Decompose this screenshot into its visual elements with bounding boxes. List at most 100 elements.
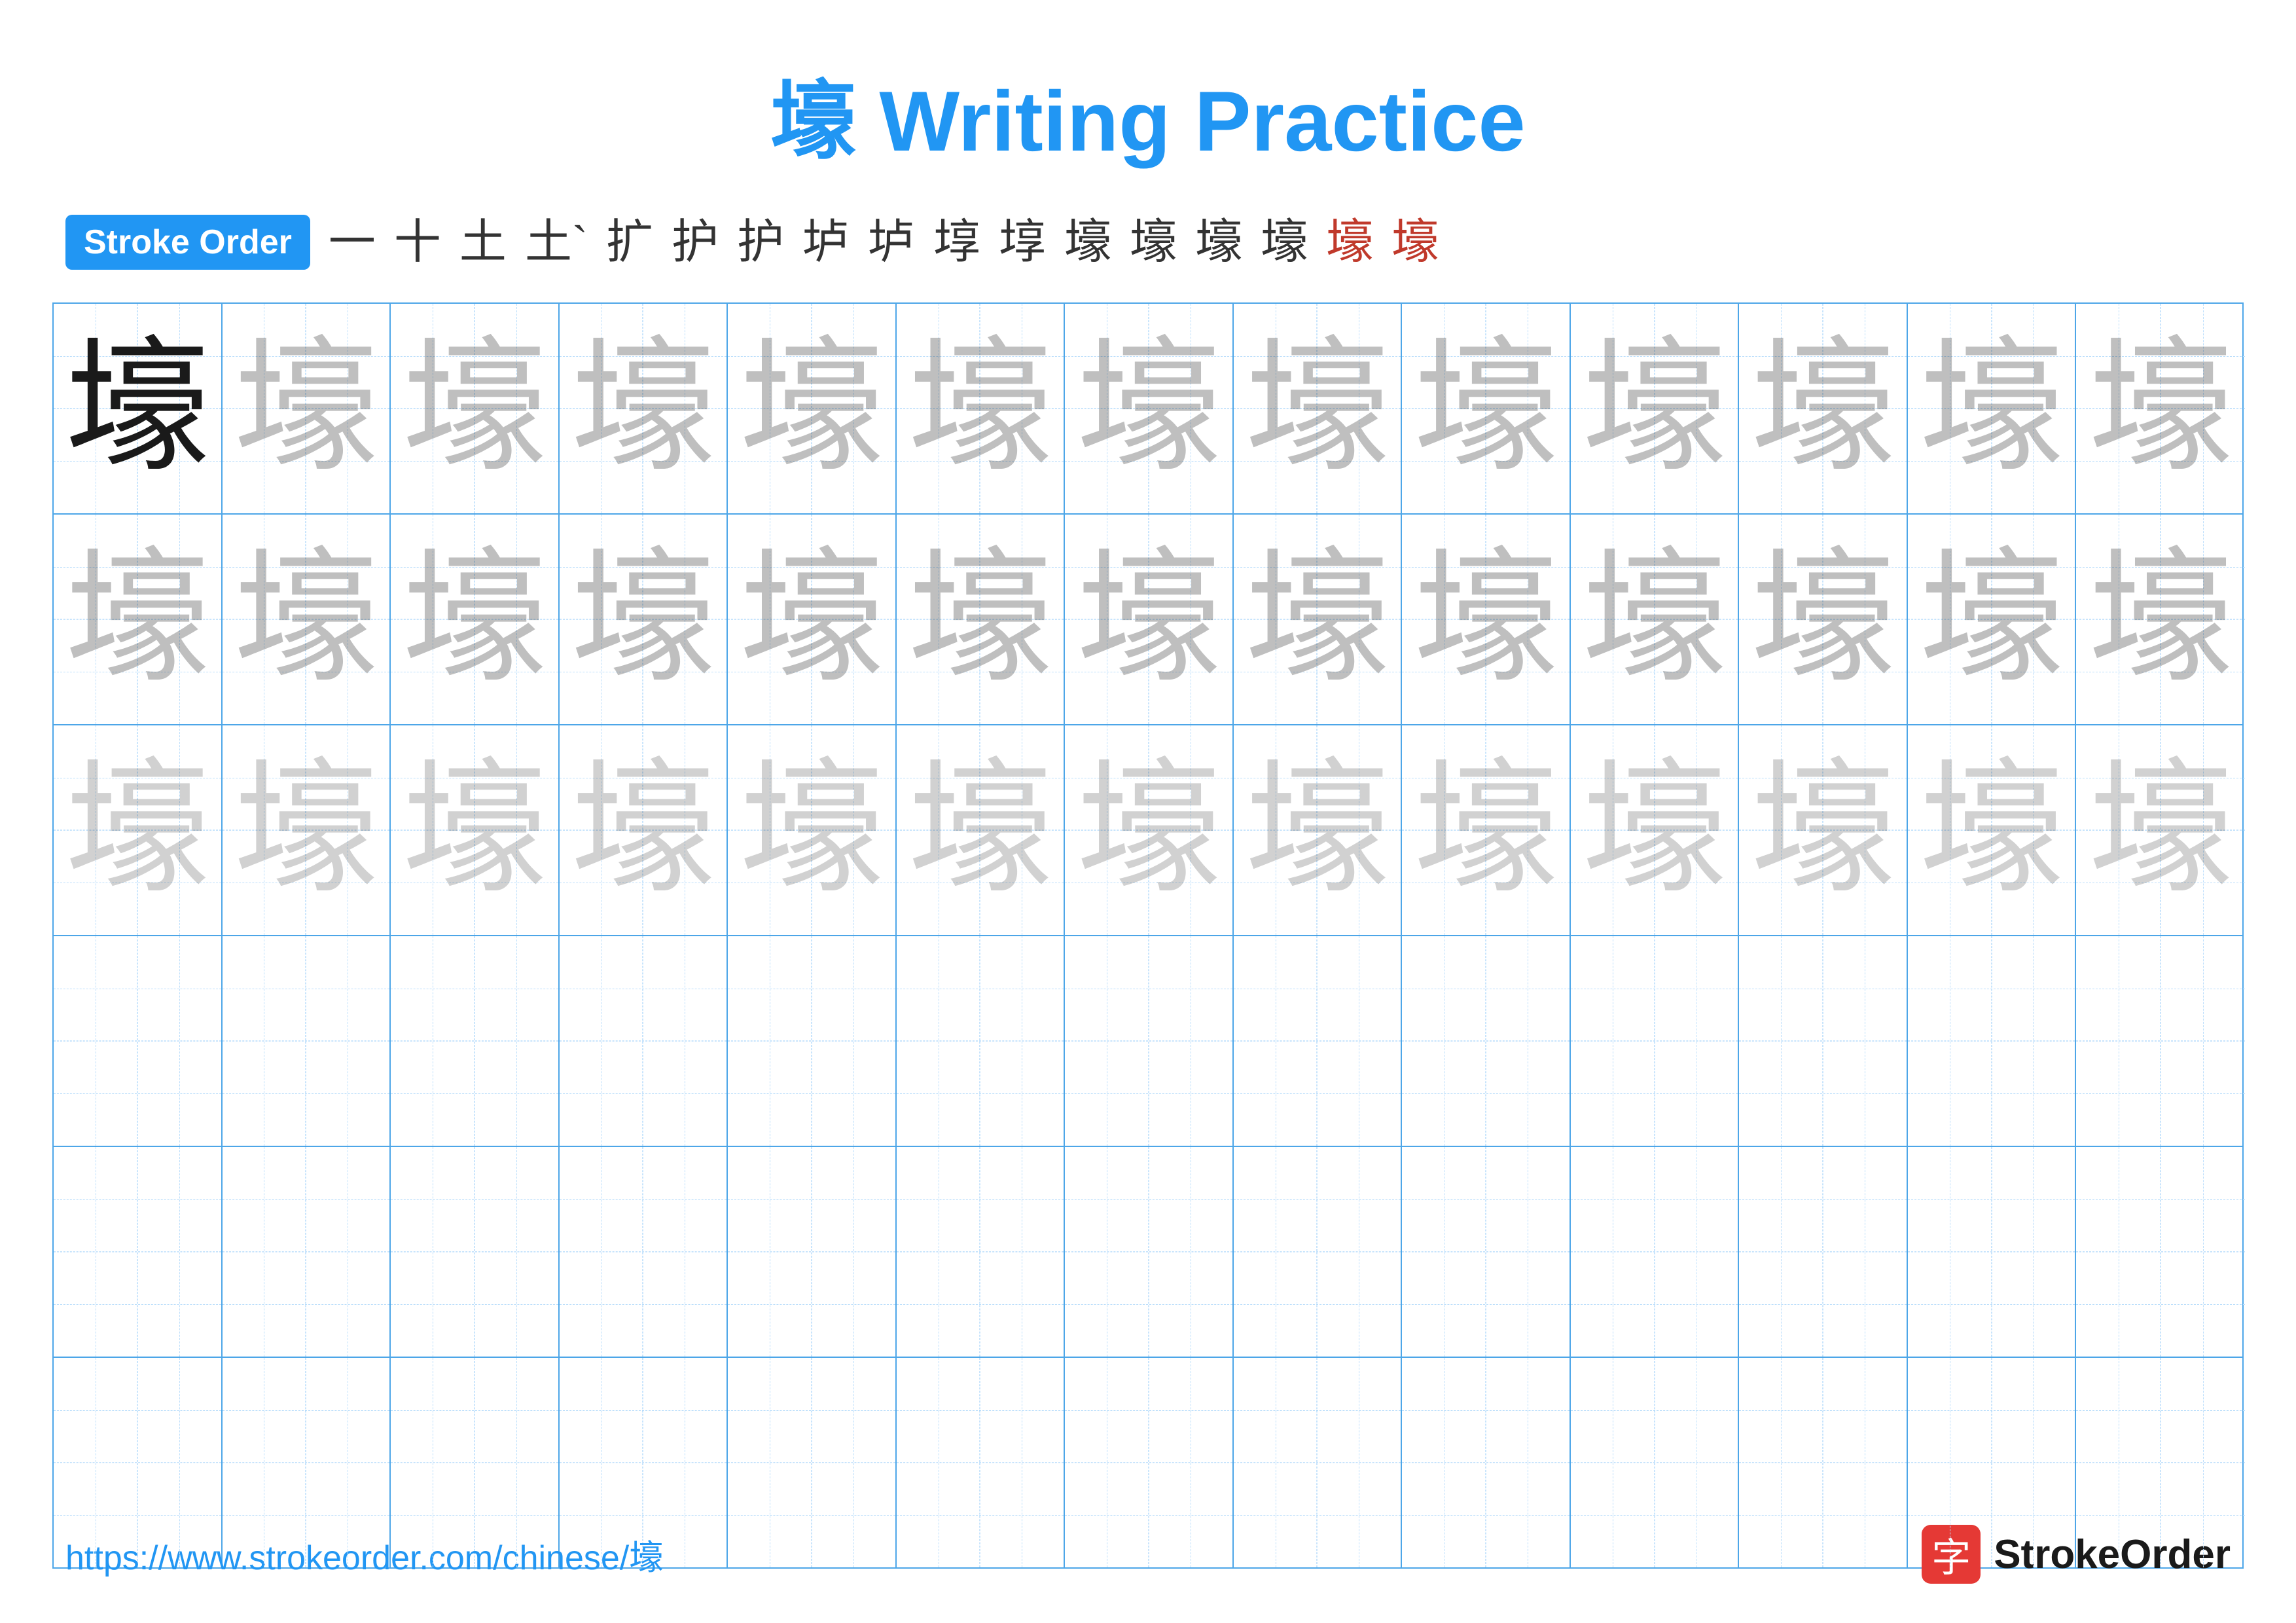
practice-char: 壕	[2089, 758, 2233, 902]
practice-char: 壕	[740, 758, 884, 902]
grid-cell-r1-c2[interactable]: 壕	[223, 304, 391, 513]
stroke-17: 壕	[1391, 219, 1439, 266]
grid-cell-r5-c12[interactable]	[1908, 1147, 2077, 1357]
grid-cell-r2-c8[interactable]: 壕	[1234, 515, 1403, 724]
grid-row-1: 壕 壕 壕 壕 壕 壕 壕 壕 壕 壕 壕 壕 壕	[54, 304, 2242, 515]
grid-cell-r3-c10[interactable]: 壕	[1571, 725, 1740, 935]
grid-cell-r2-c6[interactable]: 壕	[897, 515, 1066, 724]
grid-cell-r2-c1[interactable]: 壕	[54, 515, 223, 724]
grid-row-4	[54, 936, 2242, 1147]
stroke-9: 垆	[868, 219, 915, 266]
stroke-4: 土`	[525, 219, 588, 266]
grid-cell-r3-c6[interactable]: 壕	[897, 725, 1066, 935]
logo-char: 字	[1931, 1526, 1971, 1583]
grid-cell-r2-c10[interactable]: 壕	[1571, 515, 1740, 724]
grid-cell-r3-c4[interactable]: 壕	[560, 725, 728, 935]
grid-cell-r3-c13[interactable]: 壕	[2076, 725, 2245, 935]
grid-cell-r4-c13[interactable]	[2076, 936, 2245, 1146]
grid-cell-r4-c4[interactable]	[560, 936, 728, 1146]
grid-cell-r2-c11[interactable]: 壕	[1739, 515, 1908, 724]
grid-cell-r5-c5[interactable]	[728, 1147, 897, 1357]
practice-char: 壕	[1077, 547, 1221, 691]
grid-cell-r5-c9[interactable]	[1402, 1147, 1571, 1357]
grid-cell-r5-c13[interactable]	[2076, 1147, 2245, 1357]
grid-cell-r1-c13[interactable]: 壕	[2076, 304, 2245, 513]
practice-char: 壕	[1583, 758, 1727, 902]
grid-row-3: 壕 壕 壕 壕 壕 壕 壕 壕 壕 壕 壕 壕 壕	[54, 725, 2242, 936]
practice-char: 壕	[403, 547, 547, 691]
grid-cell-r3-c12[interactable]: 壕	[1908, 725, 2077, 935]
grid-cell-r5-c3[interactable]	[391, 1147, 560, 1357]
grid-row-2: 壕 壕 壕 壕 壕 壕 壕 壕 壕 壕 壕 壕 壕	[54, 515, 2242, 725]
grid-cell-r2-c12[interactable]: 壕	[1908, 515, 2077, 724]
logo-area: 字 StrokeOrder	[1922, 1525, 2231, 1584]
grid-cell-r1-c6[interactable]: 壕	[897, 304, 1066, 513]
grid-cell-r2-c3[interactable]: 壕	[391, 515, 560, 724]
grid-cell-r3-c1[interactable]: 壕	[54, 725, 223, 935]
grid-cell-r3-c2[interactable]: 壕	[223, 725, 391, 935]
footer: https://www.strokeorder.com/chinese/壕 字 …	[65, 1525, 2231, 1584]
practice-char: 壕	[403, 337, 547, 481]
grid-cell-r3-c5[interactable]: 壕	[728, 725, 897, 935]
practice-char: 壕	[1583, 337, 1727, 481]
grid-cell-r5-c7[interactable]	[1065, 1147, 1234, 1357]
grid-cell-r3-c9[interactable]: 壕	[1402, 725, 1571, 935]
grid-cell-r4-c2[interactable]	[223, 936, 391, 1146]
grid-cell-r3-c11[interactable]: 壕	[1739, 725, 1908, 935]
grid-cell-r5-c8[interactable]	[1234, 1147, 1403, 1357]
practice-char: 壕	[1245, 337, 1389, 481]
page-title: 壕 Writing Practice	[770, 73, 1525, 169]
grid-cell-r2-c2[interactable]: 壕	[223, 515, 391, 724]
stroke-7: 护	[737, 219, 784, 266]
grid-cell-r1-c1[interactable]: 壕	[54, 304, 223, 513]
grid-cell-r1-c7[interactable]: 壕	[1065, 304, 1234, 513]
practice-char: 壕	[2089, 547, 2233, 691]
practice-char: 壕	[571, 758, 715, 902]
practice-char: 壕	[1414, 547, 1558, 691]
grid-cell-r4-c11[interactable]	[1739, 936, 1908, 1146]
grid-cell-r3-c3[interactable]: 壕	[391, 725, 560, 935]
grid-cell-r1-c11[interactable]: 壕	[1739, 304, 1908, 513]
grid-cell-r1-c5[interactable]: 壕	[728, 304, 897, 513]
grid-cell-r4-c7[interactable]	[1065, 936, 1234, 1146]
practice-char: 壕	[740, 547, 884, 691]
grid-cell-r3-c8[interactable]: 壕	[1234, 725, 1403, 935]
practice-char: 壕	[1245, 758, 1389, 902]
grid-cell-r5-c10[interactable]	[1571, 1147, 1740, 1357]
stroke-3: 土	[459, 219, 507, 266]
grid-cell-r5-c4[interactable]	[560, 1147, 728, 1357]
grid-cell-r2-c13[interactable]: 壕	[2076, 515, 2245, 724]
stroke-6: 护	[672, 219, 719, 266]
grid-cell-r1-c10[interactable]: 壕	[1571, 304, 1740, 513]
grid-cell-r5-c11[interactable]	[1739, 1147, 1908, 1357]
grid-cell-r2-c5[interactable]: 壕	[728, 515, 897, 724]
footer-url: https://www.strokeorder.com/chinese/壕	[65, 1530, 663, 1579]
grid-cell-r5-c2[interactable]	[223, 1147, 391, 1357]
stroke-13: 壕	[1130, 219, 1177, 266]
grid-cell-r5-c6[interactable]	[897, 1147, 1066, 1357]
grid-cell-r4-c6[interactable]	[897, 936, 1066, 1146]
grid-cell-r4-c12[interactable]	[1908, 936, 2077, 1146]
stroke-order-badge: Stroke Order	[65, 215, 310, 270]
grid-cell-r1-c12[interactable]: 壕	[1908, 304, 2077, 513]
grid-cell-r4-c3[interactable]	[391, 936, 560, 1146]
practice-char: 壕	[1920, 547, 2064, 691]
grid-cell-r4-c5[interactable]	[728, 936, 897, 1146]
practice-char: 壕	[1414, 758, 1558, 902]
grid-cell-r4-c8[interactable]	[1234, 936, 1403, 1146]
grid-cell-r2-c4[interactable]: 壕	[560, 515, 728, 724]
grid-cell-r2-c7[interactable]: 壕	[1065, 515, 1234, 724]
grid-cell-r1-c8[interactable]: 壕	[1234, 304, 1403, 513]
grid-cell-r1-c9[interactable]: 壕	[1402, 304, 1571, 513]
grid-cell-r1-c3[interactable]: 壕	[391, 304, 560, 513]
grid-cell-r4-c10[interactable]	[1571, 936, 1740, 1146]
grid-cell-r2-c9[interactable]: 壕	[1402, 515, 1571, 724]
practice-char: 壕	[571, 337, 715, 481]
grid-cell-r4-c1[interactable]	[54, 936, 223, 1146]
grid-cell-r1-c4[interactable]: 壕	[560, 304, 728, 513]
logo-icon: 字	[1922, 1525, 1981, 1584]
grid-cell-r5-c1[interactable]	[54, 1147, 223, 1357]
grid-cell-r3-c7[interactable]: 壕	[1065, 725, 1234, 935]
practice-char: 壕	[1920, 337, 2064, 481]
grid-cell-r4-c9[interactable]	[1402, 936, 1571, 1146]
